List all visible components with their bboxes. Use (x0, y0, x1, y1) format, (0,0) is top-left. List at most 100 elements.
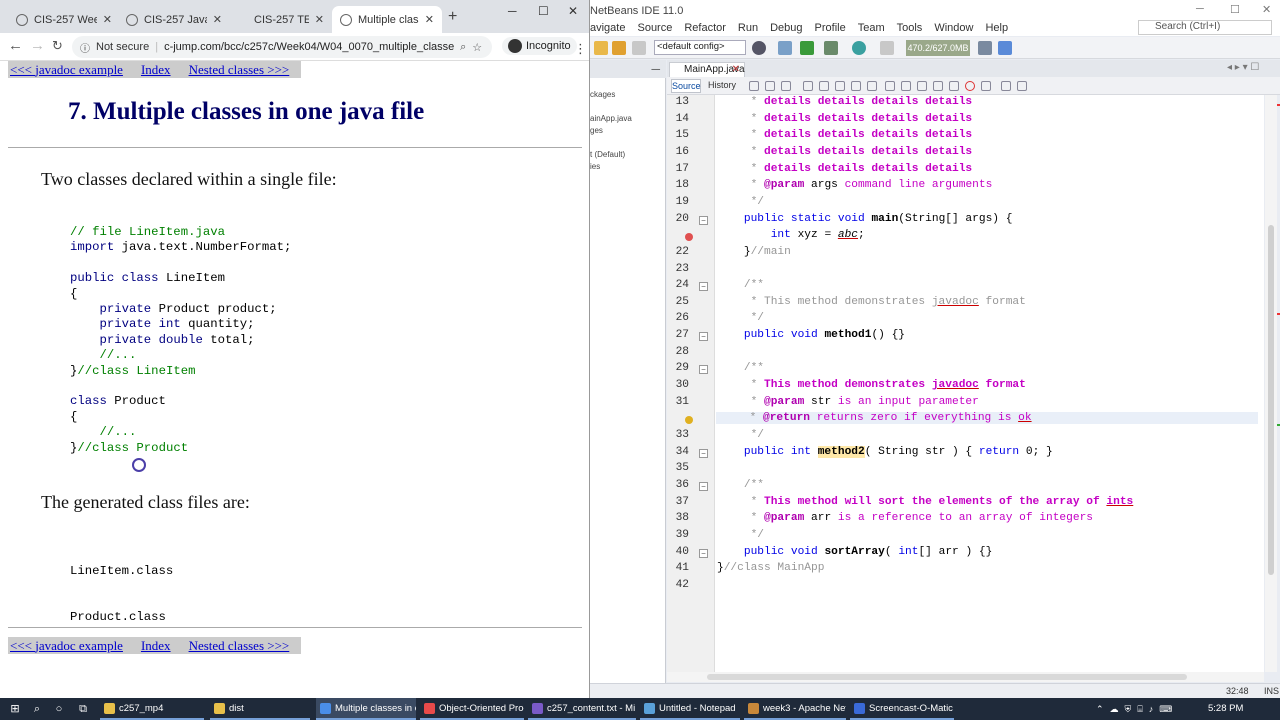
code-line[interactable]: /** (717, 279, 764, 291)
menu-team[interactable]: Team (858, 22, 885, 36)
last-edit-icon[interactable] (781, 81, 791, 91)
prev-link[interactable]: <<< javadoc example (10, 62, 123, 78)
code-editor[interactable]: 13 14 15 16 17 18 19 20−22 23 24−25 26 27−28 29−30 31… (667, 95, 1264, 672)
toggle-bookmark-icon[interactable] (917, 81, 927, 91)
reload-icon[interactable]: ↻ (52, 38, 63, 54)
project-tree-item[interactable]: ges (590, 126, 603, 135)
close-window-icon[interactable]: ✕ (568, 4, 578, 18)
menu-run[interactable]: Run (738, 22, 758, 36)
error-marker-icon[interactable] (685, 233, 693, 242)
code-line[interactable]: }//class MainApp (717, 562, 824, 574)
profile-icon[interactable] (852, 41, 866, 55)
code-line[interactable]: public int method2( String str ) { retur… (717, 445, 1053, 458)
close-tab-icon[interactable]: ✕ (213, 13, 222, 26)
taskbar-app[interactable]: Object-Oriented Prog... (420, 698, 524, 720)
minimize-icon[interactable]: ─ (508, 4, 517, 18)
menu-tools[interactable]: Tools (897, 22, 923, 36)
next-link[interactable]: Nested classes >>> (189, 638, 290, 654)
code-line[interactable]: * This method demonstrates javadoc forma… (717, 379, 1026, 391)
fold-toggle-icon[interactable]: − (699, 548, 708, 558)
taskbar-app[interactable]: dist (210, 698, 310, 720)
clean-build-icon[interactable] (778, 41, 792, 55)
code-line[interactable]: */ (717, 429, 764, 441)
search-icon[interactable]: ⌕ (460, 41, 466, 54)
prev-link[interactable]: <<< javadoc example (10, 638, 123, 654)
maximize-icon[interactable]: ☐ (538, 4, 549, 18)
menu-navigate[interactable]: avigate (590, 22, 625, 36)
browser-tab-active[interactable]: Multiple classes in ✕ (332, 6, 442, 33)
menu-help[interactable]: Help (985, 22, 1008, 36)
maximize-icon[interactable]: ☐ (1230, 3, 1240, 16)
debug-icon[interactable] (824, 41, 838, 55)
undo-icon[interactable] (612, 41, 626, 55)
editor-horizontal-scrollbar[interactable] (667, 672, 1264, 682)
projects-tab[interactable]: ─ (590, 60, 666, 78)
project-tree-item[interactable]: t (Default) (590, 150, 625, 159)
clock[interactable]: 5:28 PM (1208, 703, 1243, 714)
incognito-badge[interactable]: Incognito (502, 37, 577, 55)
keyboard-icon[interactable]: ⌨ (1159, 704, 1172, 715)
prev-bookmark-icon[interactable] (885, 81, 895, 91)
close-tab-icon[interactable]: ✕ (732, 63, 740, 77)
code-line[interactable]: * details details details details (717, 163, 973, 175)
volume-icon[interactable]: ♪ (1149, 704, 1154, 714)
info-icon[interactable]: ⓘ (80, 40, 90, 55)
find-prev-icon[interactable] (819, 81, 829, 91)
fold-toggle-icon[interactable]: − (699, 365, 708, 375)
fold-toggle-icon[interactable]: − (699, 481, 708, 491)
network-icon[interactable]: ⌸ (1137, 704, 1142, 715)
scrollbar-thumb[interactable] (1268, 225, 1274, 575)
shield-icon[interactable]: ⛨ (1125, 704, 1132, 715)
back-icon[interactable]: ← (8, 37, 23, 54)
menu-refactor[interactable]: Refactor (684, 22, 726, 36)
minimize-panel-icon[interactable]: ─ (651, 62, 660, 76)
index-link[interactable]: Index (141, 638, 171, 654)
code-line[interactable]: * This method demonstrates javadoc forma… (717, 296, 1026, 308)
project-tree-item[interactable]: ies (590, 162, 600, 171)
code-line[interactable]: */ (717, 312, 764, 324)
history-tab[interactable]: History (705, 79, 739, 93)
code-line[interactable]: * details details details details (717, 96, 973, 108)
code-line[interactable]: */ (717, 196, 764, 208)
menu-debug[interactable]: Debug (770, 22, 802, 36)
code-line[interactable]: public void method1() {} (717, 329, 905, 341)
fold-toggle-icon[interactable]: − (699, 448, 708, 458)
code-line[interactable]: * @param arr is a reference to an array … (717, 512, 1093, 524)
taskbar-app[interactable]: week3 - Apache NetB... (744, 698, 846, 720)
gc-icon[interactable] (978, 41, 992, 55)
find-next-icon[interactable] (835, 81, 845, 91)
toggle-search-icon[interactable] (867, 81, 877, 91)
attach-icon[interactable] (880, 41, 894, 55)
fold-toggle-icon[interactable]: − (699, 282, 708, 292)
menu-source[interactable]: Source (637, 22, 672, 36)
fold-toggle-icon[interactable]: − (699, 332, 708, 342)
taskbar-app[interactable]: Untitled - Notepad (640, 698, 740, 720)
kebab-menu-icon[interactable]: ⋮ (574, 41, 587, 57)
toggle-highlight-icon[interactable] (851, 81, 861, 91)
taskbar-app[interactable]: Screencast-O-Matic -... (850, 698, 954, 720)
close-tab-icon[interactable]: ✕ (425, 13, 434, 26)
index-link[interactable]: Index (141, 62, 171, 78)
settings-icon[interactable] (998, 41, 1012, 55)
editor-vertical-scrollbar[interactable] (1265, 95, 1277, 672)
run-icon[interactable] (800, 41, 814, 55)
start-macro-icon[interactable] (965, 81, 975, 91)
forward-icon[interactable]: → (30, 37, 45, 54)
comment-icon[interactable] (1001, 81, 1011, 91)
code-line[interactable]: /** (717, 479, 764, 491)
search-icon[interactable]: ⌕ (30, 702, 44, 716)
code-line[interactable]: * @param args command line arguments (717, 179, 993, 191)
scrollbar-thumb[interactable] (707, 674, 1187, 680)
forward-icon[interactable] (765, 81, 775, 91)
scroll-tabs-icon[interactable]: ◂ ▸ ▾ ☐ (1227, 62, 1259, 73)
bookmark-star-icon[interactable]: ☆ (472, 41, 482, 54)
new-tab-button[interactable]: + (448, 8, 457, 26)
menu-profile[interactable]: Profile (815, 22, 846, 36)
close-window-icon[interactable]: ✕ (1262, 3, 1271, 16)
next-link[interactable]: Nested classes >>> (189, 62, 290, 78)
shift-right-icon[interactable] (949, 81, 959, 91)
hint-bulb-icon[interactable] (685, 416, 693, 425)
source-tab[interactable]: Source (671, 79, 701, 93)
code-line[interactable]: * @return returns zero if everything is … (716, 412, 1258, 425)
shift-left-icon[interactable] (933, 81, 943, 91)
